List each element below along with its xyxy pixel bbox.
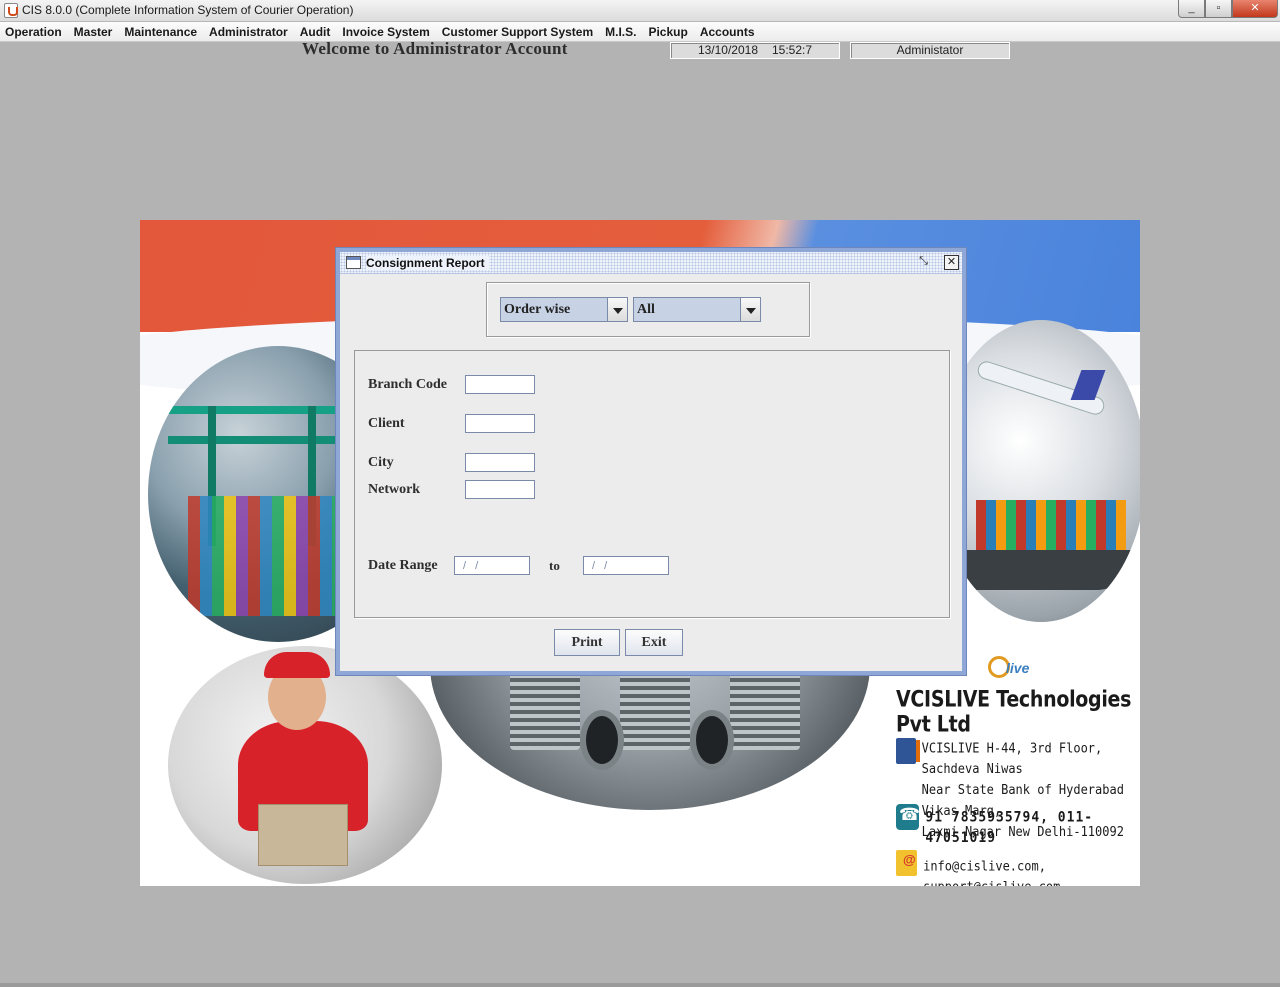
menu-master[interactable]: Master bbox=[68, 22, 119, 42]
date-to-input[interactable] bbox=[583, 556, 669, 575]
maximize-button[interactable]: ▫ bbox=[1205, 0, 1232, 18]
menu-bar: Operation Master Maintenance Administrat… bbox=[0, 22, 1280, 42]
dialog-title: Consignment Report bbox=[366, 256, 489, 270]
filter-value: All bbox=[634, 298, 740, 321]
delivery-man-photo bbox=[168, 646, 442, 884]
exit-button[interactable]: Exit bbox=[625, 629, 683, 656]
menu-pickup[interactable]: Pickup bbox=[642, 22, 693, 42]
phone-numbers: 91 7835935794, 011-47051019 bbox=[925, 809, 1094, 847]
current-time: 15:52:7 bbox=[772, 43, 813, 57]
current-date: 13/10/2018 bbox=[697, 43, 758, 57]
network-input[interactable] bbox=[465, 480, 535, 499]
network-label: Network bbox=[368, 482, 421, 497]
minimize-button[interactable]: _ bbox=[1178, 0, 1205, 18]
dialog-restore-icon[interactable]: ⤡ bbox=[916, 255, 931, 270]
to-label: to bbox=[549, 558, 560, 573]
chevron-down-icon[interactable] bbox=[607, 298, 627, 321]
order-type-value: Order wise bbox=[501, 298, 607, 321]
menu-accounts[interactable]: Accounts bbox=[694, 22, 761, 42]
date-from-input[interactable] bbox=[454, 556, 530, 575]
city-input[interactable] bbox=[465, 453, 535, 472]
title-bar: CIS 8.0.0 (Complete Information System o… bbox=[0, 0, 1280, 22]
chevron-down-icon[interactable] bbox=[740, 298, 760, 321]
order-type-select[interactable]: Order wise bbox=[500, 297, 628, 322]
address-book-icon bbox=[896, 738, 920, 764]
phone-icon bbox=[896, 804, 921, 830]
client-label: Client bbox=[368, 416, 405, 431]
logged-in-user: Administator bbox=[850, 42, 1010, 59]
criteria-panel: Branch Code Client City Network Date Ran… bbox=[354, 350, 950, 618]
date-range-label: Date Range bbox=[368, 558, 438, 573]
window-title: CIS 8.0.0 (Complete Information System o… bbox=[22, 3, 354, 17]
email-icon bbox=[896, 850, 918, 876]
company-logo-icon: live bbox=[984, 652, 1034, 682]
globe-airplane-ship-photo bbox=[936, 320, 1140, 622]
menu-maintenance[interactable]: Maintenance bbox=[118, 22, 203, 42]
email-addresses: info@cislive.com, support@cislive.com bbox=[923, 858, 1060, 886]
company-email: info@cislive.com, support@cislive.com bbox=[896, 850, 1140, 886]
report-type-panel: Order wise All bbox=[486, 282, 810, 337]
date-time-display: 13/10/2018 15:52:7 bbox=[670, 42, 840, 59]
client-input[interactable] bbox=[465, 414, 535, 433]
menu-mis[interactable]: M.I.S. bbox=[599, 22, 642, 42]
consignment-report-dialog: Consignment Report ⤡ ✕ Order wise All Br… bbox=[336, 248, 966, 675]
close-button[interactable]: ✕ bbox=[1232, 0, 1278, 18]
city-label: City bbox=[368, 455, 394, 470]
window-icon bbox=[346, 256, 361, 269]
java-app-icon bbox=[4, 3, 18, 18]
company-name: VCISLIVE Technologies Pvt Ltd bbox=[896, 686, 1132, 738]
print-button[interactable]: Print bbox=[554, 629, 620, 656]
company-logo-text: live bbox=[1006, 660, 1030, 676]
welcome-heading: Welcome to Administrator Account bbox=[302, 39, 568, 58]
address-line: VCISLIVE H-44, 3rd Floor, Sachdeva Niwas bbox=[921, 740, 1103, 777]
window-controls: _ ▫ ✕ bbox=[1178, 0, 1278, 19]
branch-code-label: Branch Code bbox=[368, 377, 447, 392]
company-phone: 91 7835935794, 011-47051019 bbox=[896, 804, 1140, 847]
menu-operation[interactable]: Operation bbox=[0, 22, 68, 42]
bottom-edge bbox=[0, 983, 1280, 987]
branch-code-input[interactable] bbox=[465, 375, 535, 394]
dialog-close-icon[interactable]: ✕ bbox=[944, 255, 959, 270]
filter-select[interactable]: All bbox=[633, 297, 761, 322]
dialog-title-bar[interactable]: Consignment Report ⤡ ✕ bbox=[340, 252, 962, 274]
menu-administrator[interactable]: Administrator bbox=[203, 22, 294, 42]
